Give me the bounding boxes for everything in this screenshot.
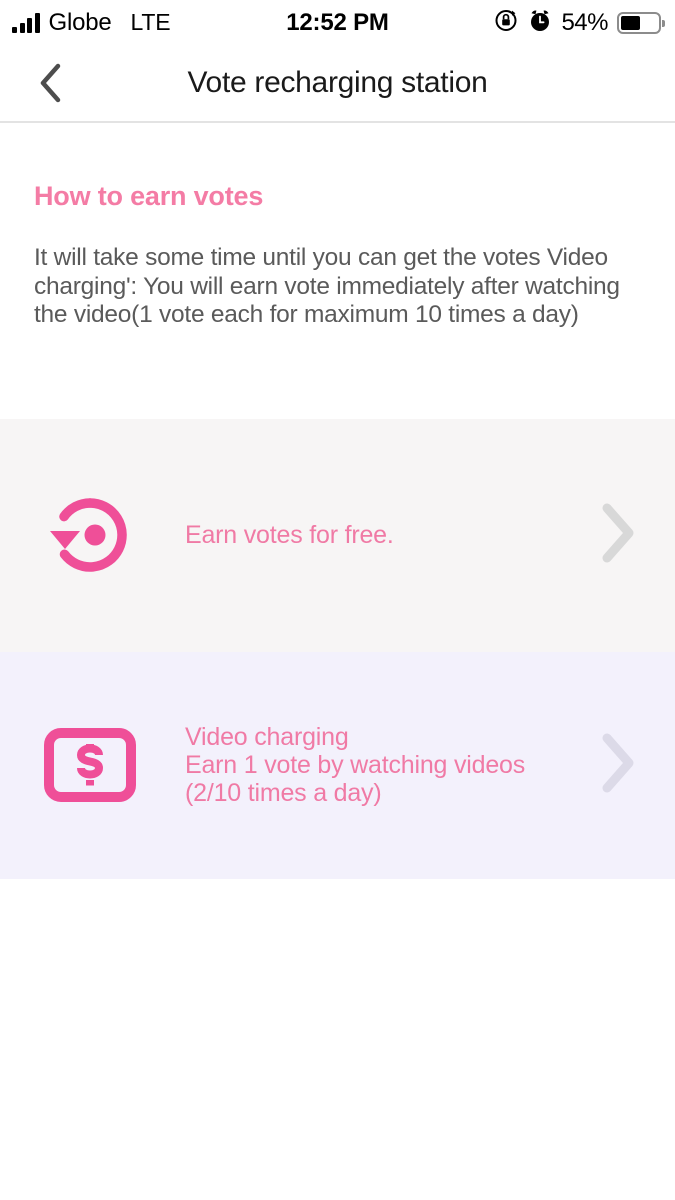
battery-icon: [617, 11, 665, 34]
option-row-video-charging[interactable]: Video charging Earn 1 vote by watching v…: [0, 651, 675, 879]
section-heading: How to earn votes: [34, 181, 264, 211]
option-text-earn-free: Earn votes for free.: [140, 521, 597, 550]
money-bill-icon: [40, 728, 140, 803]
navigation-bar: Vote recharging station: [0, 45, 675, 123]
options-list: Earn votes for free. Video charging Earn…: [0, 418, 675, 879]
chevron-left-icon: [40, 63, 61, 103]
option-title: Video charging: [185, 723, 349, 752]
option-text-video-charging: Video charging Earn 1 vote by watching v…: [140, 723, 597, 807]
page-title: Vote recharging station: [187, 66, 488, 99]
alarm-clock-icon: [528, 8, 552, 38]
status-bar: Globe LTE 12:52 PM 54%: [0, 0, 675, 45]
option-subtitle: Earn 1 vote by watching videos: [185, 751, 526, 780]
main-content: How to earn votes It will take some time…: [0, 181, 675, 879]
back-button[interactable]: [26, 59, 74, 107]
rotate-refresh-icon: [40, 487, 140, 583]
option-detail: (2/10 times a day): [185, 779, 382, 808]
option-row-earn-free[interactable]: Earn votes for free.: [0, 418, 675, 652]
status-bar-right: 54%: [493, 7, 665, 38]
option-title: Earn votes for free.: [185, 520, 394, 549]
chevron-right-icon[interactable]: [597, 502, 649, 569]
rotation-lock-icon: [493, 7, 519, 38]
chevron-right-icon[interactable]: [597, 732, 649, 799]
battery-percent-label: 54%: [561, 8, 608, 36]
app-screen: Globe LTE 12:52 PM 54% Vote recharging s…: [0, 0, 675, 1200]
how-to-earn-description: It will take some time until you can get…: [34, 244, 620, 329]
